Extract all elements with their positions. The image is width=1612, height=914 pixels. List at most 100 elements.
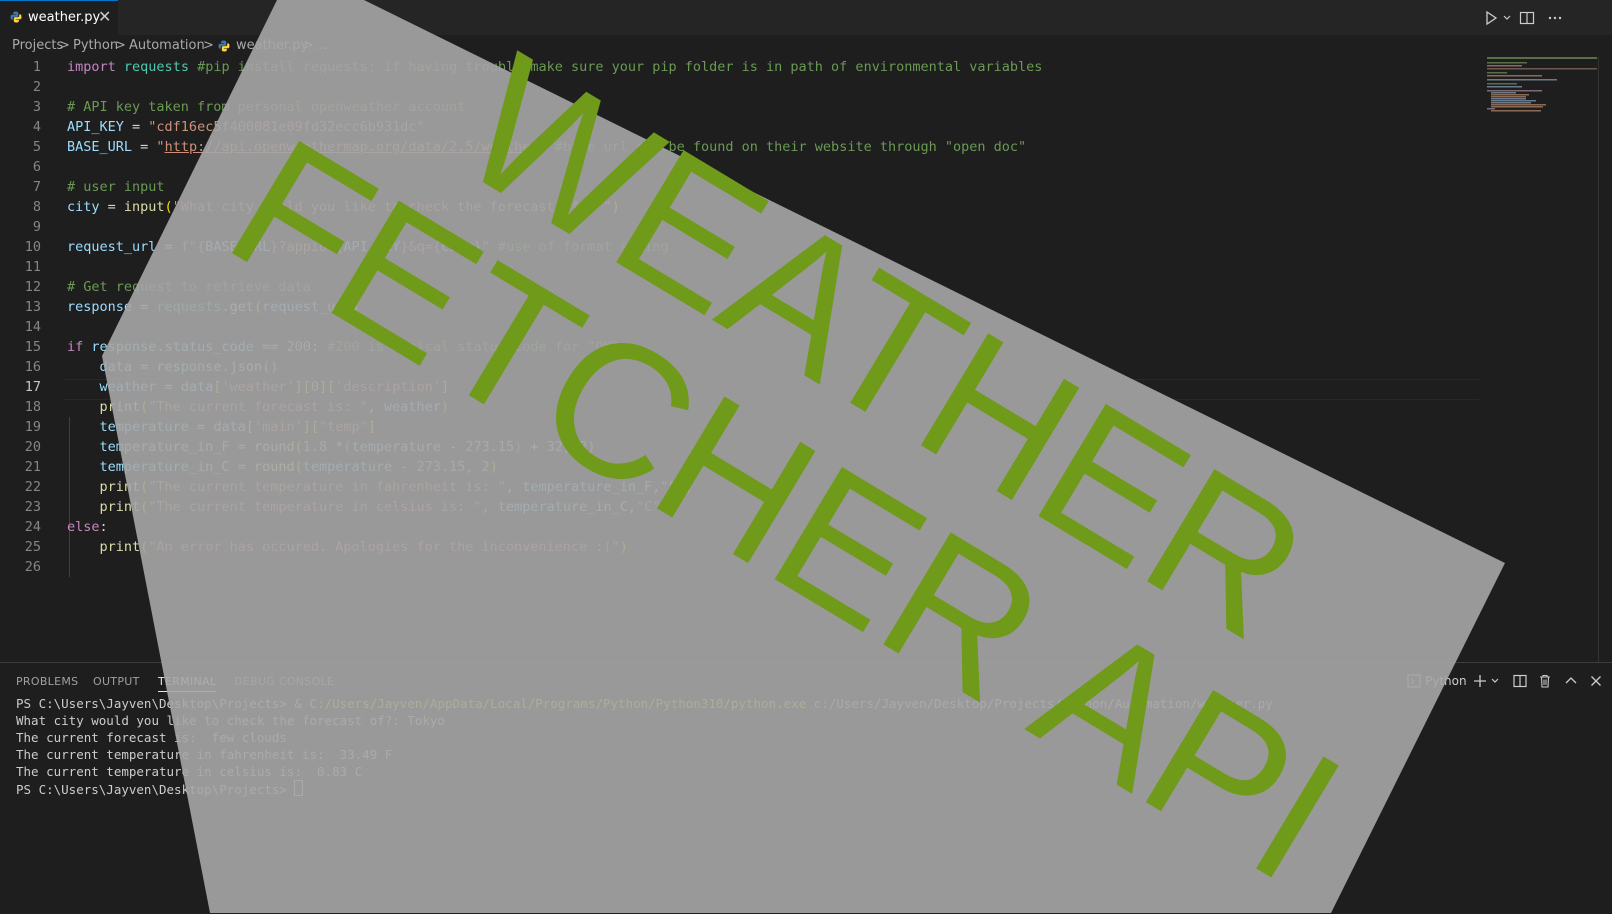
tab-debug-console[interactable]: DEBUG CONSOLE: [234, 675, 334, 688]
terminal-output[interactable]: PS C:\Users\Jayven\Desktop\Projects> & C…: [16, 695, 1273, 798]
code-text: print("The current forecast is: ", weath…: [99, 399, 450, 415]
line-number: 5: [32, 139, 41, 155]
line-number: 21: [24, 459, 41, 475]
code-text: # user input: [67, 177, 165, 197]
close-icon[interactable]: ✕: [98, 7, 111, 26]
tab-output[interactable]: OUTPUT: [93, 675, 140, 688]
comment: #base url can be found on their website …: [554, 139, 1027, 155]
code-text: else:: [67, 519, 108, 535]
line-number: 20: [24, 439, 41, 455]
url-link[interactable]: http://api.openweathermap.org/data/2.5/w…: [165, 139, 539, 155]
code-line: 18 print("The current forecast is: ", we…: [0, 397, 1480, 417]
line-number: 18: [24, 399, 41, 415]
line-number: 15: [24, 339, 41, 355]
terminal-line: The current forecast is: few clouds: [16, 730, 287, 745]
breadcrumb-automation[interactable]: Automation: [129, 38, 205, 53]
line-number: 25: [24, 539, 41, 555]
line-number: 2: [32, 79, 41, 95]
code-text: # Get request to retrieve data: [67, 277, 311, 297]
chevron-down-icon[interactable]: [1490, 673, 1500, 689]
code-line: 9: [0, 217, 1480, 237]
line-number: 12: [24, 279, 41, 295]
tab-problems[interactable]: PROBLEMS: [16, 675, 78, 688]
code-line: 25 print("An error has occured. Apologie…: [0, 537, 1480, 557]
module-name: requests: [123, 59, 189, 75]
comment: #use of format string: [497, 239, 669, 255]
code-line: 14: [0, 317, 1480, 337]
code-text: print("The current temperature in celsiu…: [99, 499, 669, 515]
code-line: 16 data = response.json(): [0, 357, 1480, 377]
code-line: 22 print("The current temperature in fah…: [0, 477, 1480, 497]
terminal-shell-label[interactable]: Python: [1425, 674, 1467, 688]
code-line: 4 API_KEY = "cdf16ec5f400081e09fd32ecc6b9…: [0, 117, 1480, 137]
breadcrumb-symbols[interactable]: ...: [315, 38, 327, 53]
code-line: 21 temperature_in_C = round(temperature …: [0, 457, 1480, 477]
close-icon[interactable]: [1588, 673, 1604, 689]
vertical-scrollbar[interactable]: [1598, 57, 1612, 662]
split-editor-icon[interactable]: [1518, 9, 1536, 27]
more-actions-icon[interactable]: [1546, 9, 1564, 27]
tab-weather-py[interactable]: weather.py ✕: [0, 0, 118, 35]
terminal-cursor: [294, 780, 304, 796]
breadcrumb: Projects > Python > Automation > weather…: [0, 35, 1612, 57]
python-exe-path: C:/Users/Jayven/AppData/Local/Programs/P…: [309, 696, 807, 711]
code-line: 2: [0, 77, 1480, 97]
code-line: 15 if response.status_code == 200: #200 i…: [0, 337, 1480, 357]
line-number: 11: [24, 259, 41, 275]
code-line: 6: [0, 157, 1480, 177]
comment: #200 is typical status code for "OK": [327, 339, 620, 355]
code-text: weather = data['weather'][0]['descriptio…: [99, 379, 450, 395]
code-text: import requests #pip install requests; i…: [67, 57, 1042, 77]
run-icon[interactable]: [1482, 9, 1500, 27]
breadcrumb-python[interactable]: Python: [73, 38, 118, 53]
line-number: 16: [24, 359, 41, 375]
trash-icon[interactable]: [1537, 673, 1553, 689]
breadcrumb-projects[interactable]: Projects: [12, 38, 63, 53]
line-number: 3: [32, 99, 41, 115]
tab-bar: weather.py ✕: [0, 0, 1612, 35]
variable: API_KEY: [67, 119, 124, 135]
code-text: API_KEY = "cdf16ec5f400081e09fd32ecc6b93…: [67, 119, 425, 135]
code-text: if response.status_code == 200: #200 is …: [67, 339, 620, 355]
variable: BASE_URL: [67, 139, 133, 155]
plus-icon[interactable]: [1472, 673, 1488, 689]
tab-label: weather.py: [28, 10, 101, 25]
line-number: 19: [24, 419, 41, 435]
breadcrumb-file[interactable]: weather.py: [236, 38, 308, 53]
string: "cdf16ec5f400081e09fd32ecc6b931dc": [148, 119, 425, 135]
terminal-line: PS C:\Users\Jayven\Desktop\Projects> & C…: [16, 696, 1273, 711]
line-number: 1: [32, 59, 41, 75]
split-terminal-icon[interactable]: [1512, 673, 1528, 689]
chevron-up-icon[interactable]: [1563, 673, 1579, 689]
minimap[interactable]: [1485, 57, 1600, 117]
bottom-panel: PROBLEMS OUTPUT TERMINAL DEBUG CONSOLE P…: [0, 662, 1612, 914]
breadcrumb-separator: >: [203, 38, 214, 53]
code-text: temperature = data['main']["temp"]: [99, 419, 376, 435]
code-line: 1 import requests #pip install requests; …: [0, 57, 1480, 77]
code-editor[interactable]: 1 import requests #pip install requests; …: [0, 57, 1612, 662]
code-line: 3 # API key taken from personal openweath…: [0, 97, 1480, 117]
line-number: 13: [24, 299, 41, 315]
line-number: 6: [32, 159, 41, 175]
code-text: data = response.json(): [99, 359, 279, 375]
code-line: 13 response = requests.get(request_url): [0, 297, 1480, 317]
terminal-line: PS C:\Users\Jayven\Desktop\Projects>: [16, 780, 304, 797]
terminal-line: The current temperature in fahrenheit is…: [16, 747, 393, 762]
line-number: 9: [32, 219, 41, 235]
line-number: 4: [32, 119, 41, 135]
comment: # API key taken from personal openweathe…: [67, 99, 466, 115]
comment: # Get request to retrieve data: [67, 279, 311, 295]
code-text: print("An error has occured. Apologies f…: [99, 539, 628, 555]
terminal-line: The current temperature in celsius is: 0…: [16, 764, 363, 779]
comment: # user input: [67, 179, 165, 195]
python-file-icon: [218, 40, 230, 52]
line-number: 8: [32, 199, 41, 215]
chevron-down-icon[interactable]: [1502, 9, 1512, 27]
line-number: 14: [24, 319, 41, 335]
string: "What city would you like to check the f…: [172, 199, 612, 215]
line-number: 10: [24, 239, 41, 255]
code-line: 24 else:: [0, 517, 1480, 537]
code-text: request_url = f"{BASE_URL}?appid={API_KE…: [67, 239, 669, 255]
comment: #pip install requests; if having trouble…: [197, 59, 1043, 75]
tab-terminal[interactable]: TERMINAL: [158, 675, 217, 692]
